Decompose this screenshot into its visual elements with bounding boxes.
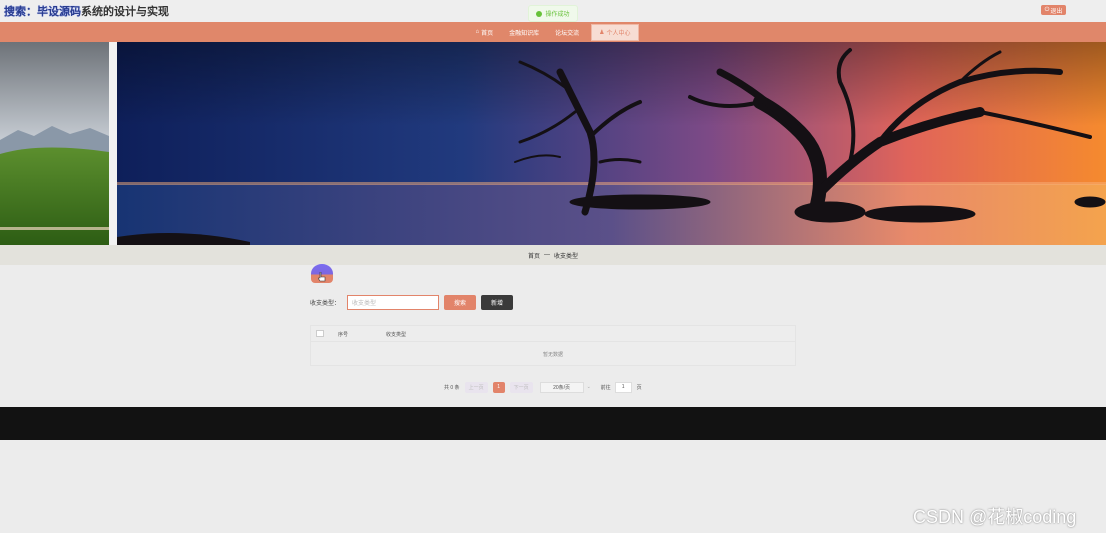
breadcrumb: 首页 — 收支类型 bbox=[0, 245, 1106, 265]
nav-item-label: 金融知识库 bbox=[509, 30, 540, 37]
search-row: 收支类型： 收支类型 搜索 新增 bbox=[310, 294, 513, 310]
page-size-select[interactable]: 20条/页 bbox=[539, 381, 584, 393]
search-button[interactable]: 搜索 bbox=[444, 294, 476, 310]
nav-item-label: 个人中心 bbox=[606, 30, 631, 37]
banner-carousel[interactable] bbox=[0, 42, 1106, 245]
nav-item-forum[interactable]: 论坛交流 bbox=[547, 22, 587, 42]
add-button[interactable]: 新增 bbox=[481, 294, 513, 310]
footer bbox=[0, 407, 1106, 440]
user-icon: ♟ bbox=[599, 29, 605, 36]
next-page-button[interactable]: 下一页 bbox=[509, 381, 533, 393]
prev-page-button[interactable]: 上一页 bbox=[464, 381, 488, 393]
top-bar: 搜索：毕设源码系统的设计与实现 操作成功 ⏻ 退出 bbox=[0, 0, 1106, 22]
data-table: 序号 收支类型 暂无数据 bbox=[310, 325, 796, 366]
column-header-type: 收支类型 bbox=[386, 332, 407, 338]
breadcrumb-home[interactable]: 首页 bbox=[528, 251, 540, 260]
pagination: 共 0 条 上一页 1 下一页 20条/页 ⌄ 前往 1 页 bbox=[444, 381, 642, 393]
search-placeholder: 收支类型 bbox=[352, 300, 377, 307]
nav-item-finance[interactable]: 金融知识库 bbox=[501, 22, 547, 42]
breadcrumb-separator: — bbox=[544, 252, 550, 258]
site-title-text: 系统的设计与实现 bbox=[81, 6, 169, 18]
search-label: 收支类型： bbox=[310, 300, 341, 307]
hand-cursor-icon bbox=[318, 272, 326, 282]
nav-item-label: 首页 bbox=[481, 30, 494, 37]
goto-label: 前往 bbox=[600, 384, 611, 391]
success-icon bbox=[536, 10, 543, 17]
site-title: 搜索：毕设源码系统的设计与实现 bbox=[4, 3, 169, 19]
select-all-checkbox[interactable] bbox=[316, 330, 324, 337]
nav-item-home[interactable]: ⌂ 首页 bbox=[467, 22, 501, 42]
logout-icon: ⏻ bbox=[1044, 6, 1050, 13]
nav-item-label: 论坛交流 bbox=[555, 30, 580, 37]
logout-label: 退出 bbox=[1050, 8, 1063, 15]
success-toast: 操作成功 bbox=[528, 5, 578, 22]
pagination-total: 共 0 条 bbox=[444, 384, 460, 391]
goto-page-input[interactable]: 1 bbox=[614, 381, 632, 393]
logout-button[interactable]: ⏻ 退出 bbox=[1041, 5, 1066, 15]
watermark: CSDN @花椒coding bbox=[913, 507, 1077, 527]
nav-item-profile[interactable]: ♟ 个人中心 bbox=[591, 23, 639, 41]
chevron-down-icon: ⌄ bbox=[586, 384, 591, 390]
site-title-highlight: 搜索：毕设源码 bbox=[4, 6, 81, 18]
column-header-index: 序号 bbox=[338, 332, 349, 338]
page-number-1[interactable]: 1 bbox=[492, 381, 505, 393]
toast-message: 操作成功 bbox=[545, 12, 570, 18]
home-icon: ⌂ bbox=[475, 29, 480, 35]
main-nav: ⌂ 首页 金融知识库 论坛交流 ♟ 个人中心 bbox=[0, 22, 1106, 42]
table-empty-text: 暂无数据 bbox=[542, 351, 563, 358]
breadcrumb-current: 收支类型 bbox=[554, 253, 579, 260]
page-unit-label: 页 bbox=[636, 384, 642, 391]
banner-image bbox=[0, 42, 1106, 245]
type-search-input[interactable]: 收支类型 bbox=[347, 294, 439, 310]
table-header: 序号 收支类型 bbox=[311, 326, 795, 342]
